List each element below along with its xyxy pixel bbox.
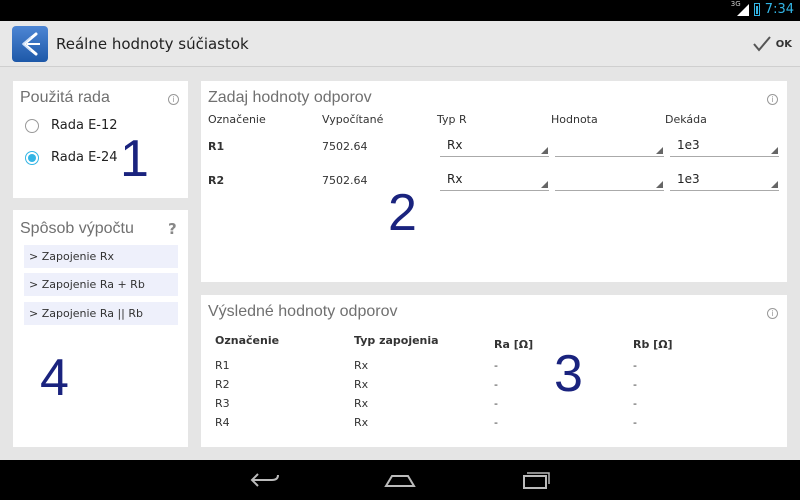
- col-computed: Vypočítané: [322, 113, 384, 126]
- result-col-label: Označenie: [215, 334, 280, 347]
- method-button-ra-parallel-rb[interactable]: > Zapojenie Ra || Rb: [24, 302, 178, 325]
- method-button-ra-plus-rb[interactable]: > Zapojenie Ra + Rb: [24, 273, 178, 296]
- status-icons: 3G 7:34: [731, 0, 794, 17]
- result-row-r3-type: Rx: [354, 397, 369, 410]
- row-r1-value-select[interactable]: [555, 135, 664, 157]
- result-card-title: Výsledné hodnoty odporov: [208, 303, 398, 320]
- content-area: Použitá rada i Rada E-12 Rada E-24 1 Spô…: [0, 67, 800, 460]
- result-row-r2-ra: -: [494, 378, 498, 391]
- result-row-r4-rb: -: [633, 416, 637, 429]
- back-chevron-app-icon[interactable]: [12, 26, 48, 62]
- result-card: Výsledné hodnoty odporov i Označenie Typ…: [201, 295, 787, 447]
- series-card-title: Použitá rada: [20, 89, 110, 106]
- series-card: Použitá rada i Rada E-12 Rada E-24 1: [13, 81, 188, 198]
- info-icon[interactable]: i: [168, 94, 179, 105]
- radio-e12-label: Rada E-12: [51, 118, 118, 133]
- result-row-r1-ra: -: [494, 359, 498, 372]
- result-row-r1-label: R1: [215, 359, 230, 372]
- navigation-bar: [0, 460, 800, 500]
- row-r1-computed: 7502.64: [322, 140, 368, 153]
- result-row-r1-rb: -: [633, 359, 637, 372]
- row-r1-label: R1: [208, 140, 225, 153]
- ok-label: OK: [775, 38, 792, 50]
- method-button-rx[interactable]: > Zapojenie Rx: [24, 245, 178, 268]
- help-icon[interactable]: ?: [168, 220, 177, 238]
- col-decade: Dekáda: [665, 113, 707, 126]
- signal-icon: 3G: [731, 0, 749, 17]
- result-col-rb: Rb [Ω]: [633, 338, 673, 351]
- result-col-ra: Ra [Ω]: [494, 338, 534, 351]
- result-row-r3-label: R3: [215, 397, 230, 410]
- result-col-type: Typ zapojenia: [354, 334, 439, 347]
- input-card-title: Zadaj hodnoty odporov: [208, 89, 372, 106]
- annotation-2: 2: [388, 184, 417, 242]
- result-row-r4-label: R4: [215, 416, 230, 429]
- input-card: Zadaj hodnoty odporov i Označenie Vypočí…: [201, 81, 787, 282]
- checkmark-icon: [752, 36, 771, 52]
- result-row-r2-rb: -: [633, 378, 637, 391]
- result-row-r3-ra: -: [494, 397, 498, 410]
- method-card: Spôsob výpočtu ? > Zapojenie Rx > Zapoje…: [13, 210, 188, 447]
- result-row-r4-type: Rx: [354, 416, 369, 429]
- radio-option-e24[interactable]: Rada E-24: [25, 150, 118, 165]
- row-r2-value-select[interactable]: [555, 169, 664, 191]
- info-icon[interactable]: i: [767, 308, 778, 319]
- result-row-r2-label: R2: [215, 378, 230, 391]
- col-label: Označenie: [208, 113, 266, 126]
- method-card-title: Spôsob výpočtu: [20, 220, 134, 237]
- annotation-4: 4: [40, 349, 69, 407]
- status-time: 7:34: [764, 1, 794, 17]
- ok-button[interactable]: OK: [752, 30, 792, 58]
- radio-e24[interactable]: [25, 150, 39, 165]
- home-nav-icon[interactable]: [382, 468, 418, 492]
- recent-apps-nav-icon[interactable]: [518, 468, 554, 492]
- battery-icon: [753, 2, 760, 16]
- row-r1-decade-select[interactable]: 1e3: [670, 135, 779, 157]
- result-row-r3-rb: -: [633, 397, 637, 410]
- col-value: Hodnota: [551, 113, 598, 126]
- page-title: Reálne hodnoty súčiastok: [56, 35, 249, 53]
- row-r2-decade-select[interactable]: 1e3: [670, 169, 779, 191]
- back-nav-icon[interactable]: [248, 468, 284, 492]
- info-icon[interactable]: i: [767, 94, 778, 105]
- radio-option-e12[interactable]: Rada E-12: [25, 118, 118, 133]
- row-r1-type-select[interactable]: Rx: [440, 135, 549, 157]
- row-r2-label: R2: [208, 174, 225, 187]
- annotation-1: 1: [120, 130, 149, 188]
- result-row-r2-type: Rx: [354, 378, 369, 391]
- row-r2-computed: 7502.64: [322, 174, 368, 187]
- result-row-r4-ra: -: [494, 416, 498, 429]
- row-r2-type-select[interactable]: Rx: [440, 169, 549, 191]
- result-row-r1-type: Rx: [354, 359, 369, 372]
- col-type: Typ R: [437, 113, 467, 126]
- action-bar: Reálne hodnoty súčiastok OK: [0, 21, 800, 67]
- status-bar: 3G 7:34: [0, 0, 800, 21]
- radio-e24-label: Rada E-24: [51, 150, 118, 165]
- annotation-3: 3: [554, 345, 583, 403]
- radio-e12[interactable]: [25, 118, 39, 133]
